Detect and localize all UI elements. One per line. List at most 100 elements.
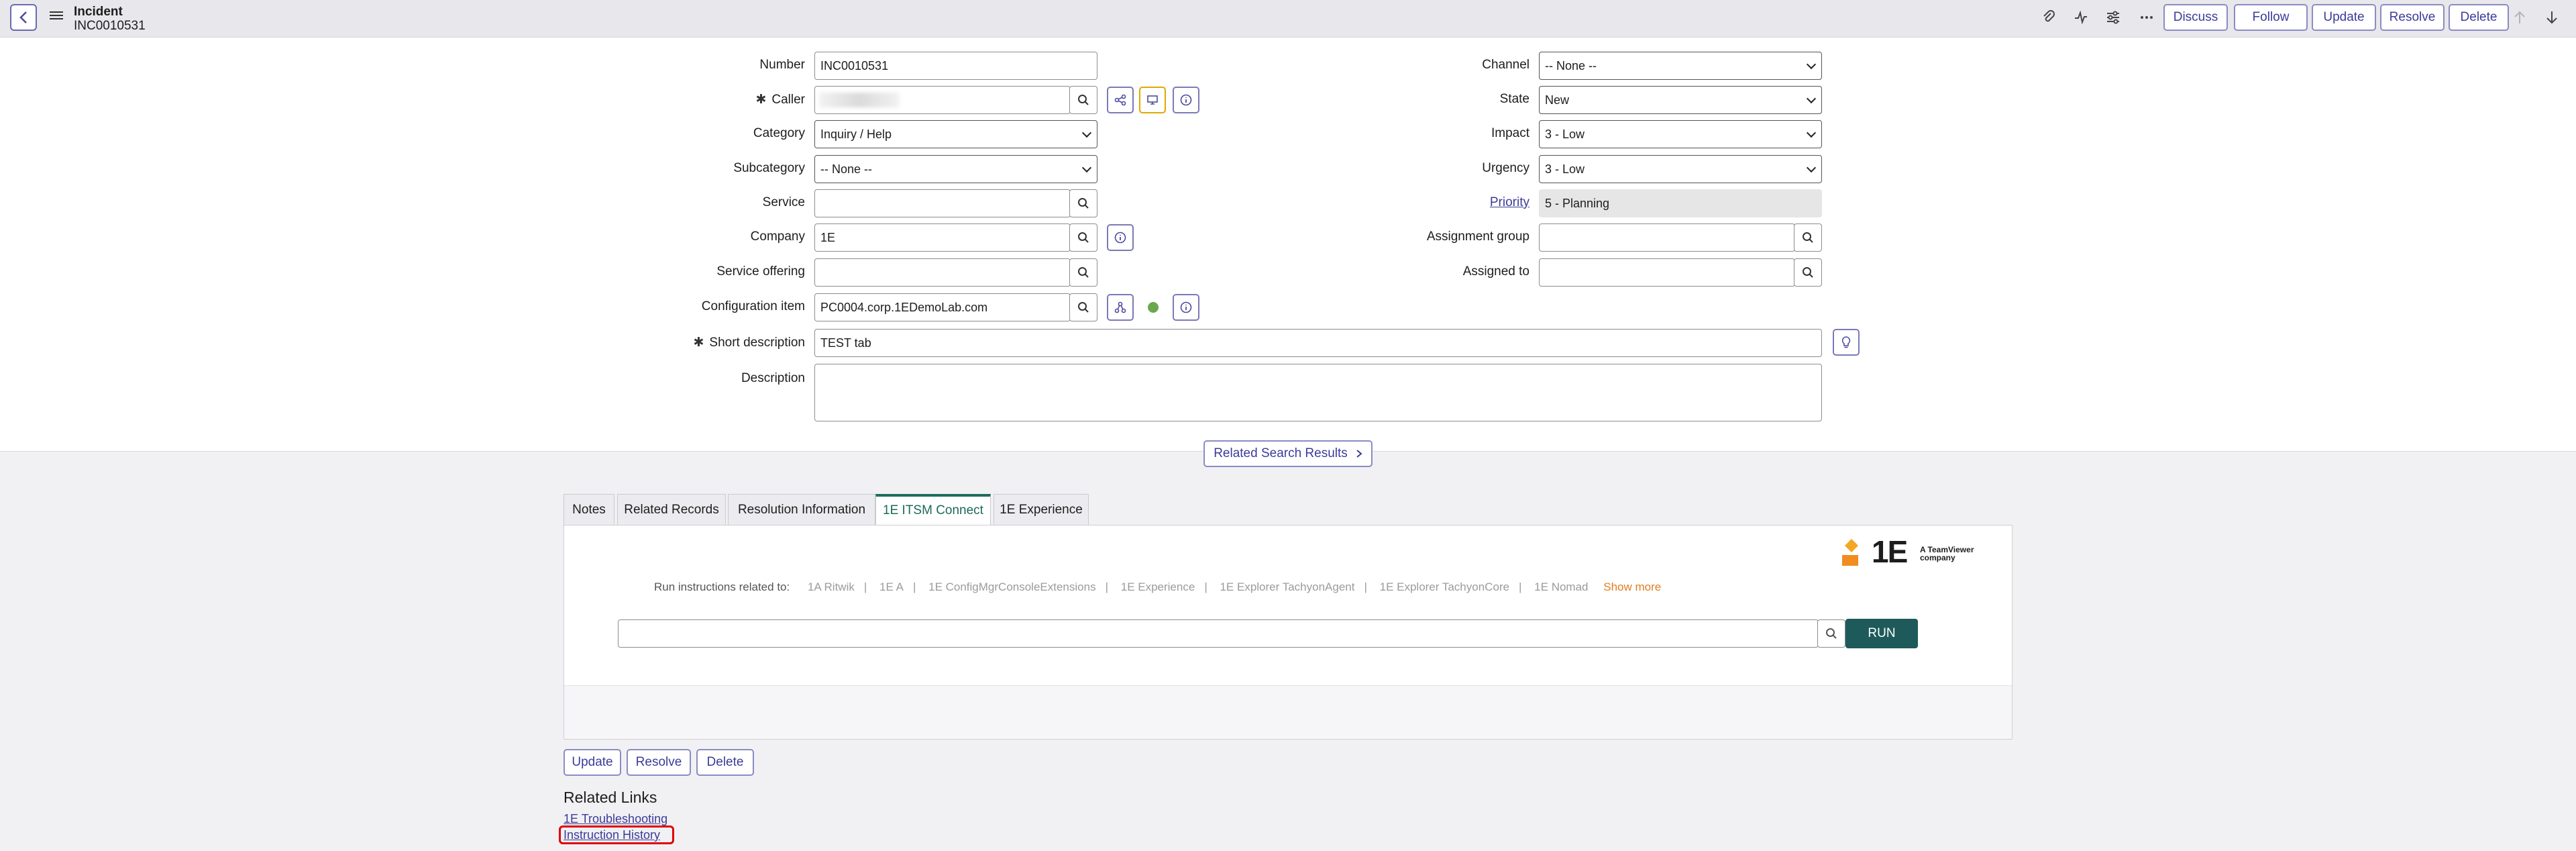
tab-1e-itsm-connect[interactable]: 1E ITSM Connect: [875, 494, 991, 525]
menu-icon[interactable]: [50, 9, 63, 20]
category-select[interactable]: Inquiry / Help: [814, 120, 1097, 148]
info-icon: [1114, 232, 1126, 244]
assignment-group-lookup-button[interactable]: [1794, 223, 1822, 252]
required-icon: ✱: [755, 93, 767, 107]
separator: |: [1105, 581, 1108, 593]
show-more-link[interactable]: Show more: [1603, 581, 1661, 593]
assigned-to-lookup-button[interactable]: [1794, 258, 1822, 287]
service-field[interactable]: [814, 189, 1071, 217]
short-description-field[interactable]: TEST tab: [814, 329, 1822, 357]
configuration-item-field[interactable]: PC0004.corp.1EDemoLab.com: [814, 293, 1071, 321]
run-button[interactable]: RUN: [1845, 619, 1918, 648]
chevron-right-icon: [1356, 450, 1362, 458]
suggestion-button[interactable]: [1833, 329, 1860, 356]
1e-logo-mark: [1842, 539, 1858, 566]
tab-related-records[interactable]: Related Records: [617, 494, 726, 525]
assigned-to-field[interactable]: [1539, 258, 1795, 287]
separator: |: [1204, 581, 1208, 593]
logo-tagline-line-2: company: [1920, 553, 1955, 562]
separator: |: [912, 581, 916, 593]
configuration-item-lookup-button[interactable]: [1069, 293, 1097, 321]
search-icon: [1803, 267, 1813, 278]
bottom-delete-button[interactable]: Delete: [696, 749, 754, 776]
more-icon[interactable]: [2135, 5, 2159, 30]
back-button[interactable]: [10, 4, 37, 31]
service-offering-lookup-button[interactable]: [1069, 258, 1097, 287]
company-info-button[interactable]: [1107, 224, 1134, 251]
logo-text: 1E: [1872, 534, 1908, 569]
assignment-group-label: Assignment group: [1426, 230, 1529, 244]
ci-status-dot: [1148, 302, 1159, 313]
ci-info-button[interactable]: [1173, 294, 1199, 321]
product-link[interactable]: 1E Explorer TachyonAgent: [1220, 581, 1354, 593]
number-field[interactable]: INC0010531: [814, 52, 1097, 80]
resolve-button[interactable]: Resolve: [2380, 4, 2445, 31]
tab-1e-experience[interactable]: 1E Experience: [994, 494, 1089, 525]
assignment-group-field[interactable]: [1539, 223, 1795, 252]
state-select[interactable]: New: [1539, 86, 1822, 114]
run-instructions-label: Run instructions related to:: [654, 581, 790, 593]
hierarchy-icon: [1114, 301, 1126, 313]
discuss-button[interactable]: Discuss: [2163, 4, 2228, 31]
bottom-resolve-button[interactable]: Resolve: [627, 749, 691, 776]
related-link-instruction-history[interactable]: Instruction History: [564, 828, 660, 842]
search-icon: [1826, 628, 1837, 639]
caller-lookup-button[interactable]: [1069, 86, 1097, 114]
panel-footer: [564, 685, 2012, 739]
product-link[interactable]: 1E ConfigMgrConsoleExtensions: [928, 581, 1095, 593]
related-search-results-button[interactable]: Related Search Results: [1203, 440, 1373, 467]
activity-icon[interactable]: [2069, 5, 2093, 30]
product-link[interactable]: 1E Nomad: [1534, 581, 1588, 593]
urgency-select[interactable]: 3 - Low: [1539, 155, 1822, 183]
instruction-search-button[interactable]: [1817, 619, 1845, 648]
caller-field[interactable]: [814, 86, 1071, 114]
search-icon: [1078, 232, 1089, 243]
company-field[interactable]: 1E: [814, 223, 1071, 252]
arrow-up-icon[interactable]: [2508, 5, 2532, 30]
caller-info-button[interactable]: [1173, 87, 1199, 113]
short-description-label: ✱ Short description: [693, 336, 806, 350]
priority-label[interactable]: Priority: [1328, 195, 1529, 210]
caller-device-button[interactable]: [1139, 87, 1166, 113]
product-link[interactable]: 1E A: [879, 581, 904, 593]
channel-select[interactable]: -- None --: [1539, 52, 1822, 80]
settings-sliders-icon[interactable]: [2101, 5, 2125, 30]
paperclip-icon[interactable]: [2037, 5, 2061, 30]
number-label: Number: [759, 58, 805, 72]
product-link[interactable]: 1E Explorer TachyonCore: [1380, 581, 1509, 593]
arrow-down-icon[interactable]: [2540, 5, 2564, 30]
logo-tagline: A TeamViewer company: [1920, 546, 1974, 562]
service-lookup-button[interactable]: [1069, 189, 1097, 217]
search-icon: [1078, 198, 1089, 209]
impact-label: Impact: [1491, 126, 1529, 140]
description-field[interactable]: [814, 364, 1822, 421]
subcategory-select[interactable]: -- None --: [814, 155, 1097, 183]
product-link[interactable]: 1A Ritwik: [808, 581, 855, 593]
service-offering-field[interactable]: [814, 258, 1071, 287]
company-lookup-button[interactable]: [1069, 223, 1097, 252]
tab-notes[interactable]: Notes: [564, 494, 614, 525]
itsm-connect-panel: 1E A TeamViewer company Run instructions…: [564, 525, 2012, 740]
related-search-label: Related Search Results: [1214, 446, 1348, 460]
caller-redacted: [819, 93, 900, 107]
tree-icon: [1114, 94, 1126, 106]
record-number: INC0010531: [74, 19, 146, 33]
search-icon: [1803, 232, 1813, 243]
impact-select[interactable]: 3 - Low: [1539, 120, 1822, 148]
info-icon: [1180, 94, 1192, 106]
product-link[interactable]: 1E Experience: [1121, 581, 1195, 593]
follow-button[interactable]: Follow: [2234, 4, 2308, 31]
ci-dependency-button[interactable]: [1107, 294, 1134, 321]
tab-resolution-information[interactable]: Resolution Information: [728, 494, 875, 525]
instruction-search-input[interactable]: [618, 619, 1819, 648]
search-icon: [1078, 95, 1089, 105]
search-icon: [1078, 267, 1089, 278]
update-button[interactable]: Update: [2312, 4, 2376, 31]
caller-relationships-button[interactable]: [1107, 87, 1134, 113]
related-link-1e-troubleshooting[interactable]: 1E Troubleshooting: [564, 812, 667, 826]
state-label: State: [1499, 92, 1529, 106]
delete-button[interactable]: Delete: [2449, 4, 2509, 31]
record-title: Incident INC0010531: [74, 5, 146, 33]
separator: |: [863, 581, 867, 593]
bottom-update-button[interactable]: Update: [564, 749, 621, 776]
